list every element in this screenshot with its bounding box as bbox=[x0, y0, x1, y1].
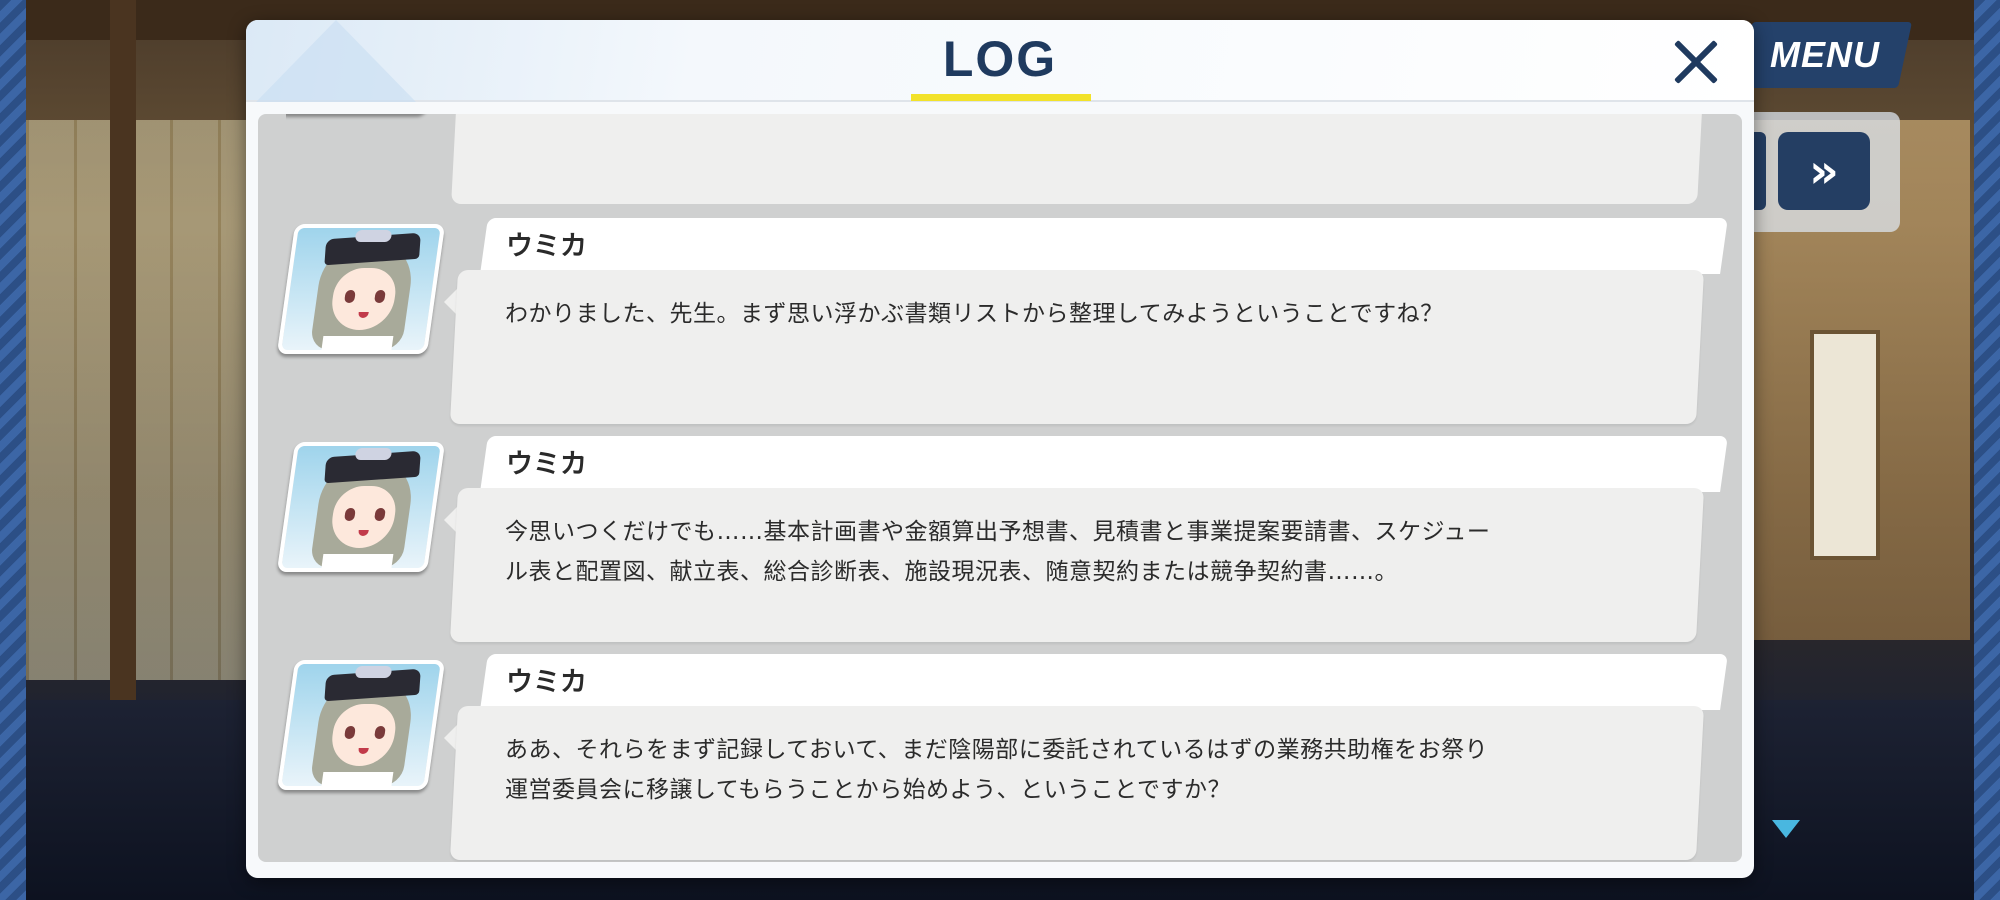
dialog-header: LOG bbox=[246, 20, 1754, 102]
name-tab bbox=[480, 436, 1728, 492]
log-list[interactable]: ウミカ わかりました、先生。まず思い浮かぶ書類リストから整理してみようということ… bbox=[258, 114, 1742, 862]
message-line: 運営委員会に移譲してもらうことから始めよう、ということですか？ bbox=[505, 777, 1231, 803]
avatar bbox=[276, 660, 446, 790]
menu-button[interactable]: MENU bbox=[1737, 22, 1913, 88]
left-border-stripe bbox=[0, 0, 26, 900]
fast-forward-button[interactable]: » bbox=[1778, 132, 1870, 210]
fast-forward-icon: » bbox=[1809, 144, 1839, 198]
dialog-title: LOG bbox=[942, 31, 1058, 87]
avatar bbox=[276, 442, 446, 572]
speaker-name: ウミカ bbox=[506, 449, 587, 480]
message-bubble bbox=[451, 114, 1703, 204]
message-line: ああ、それらをまず記録しておいて、まだ陰陽部に委託されているはずの業務共助権をお… bbox=[505, 737, 1489, 763]
shoji-screen bbox=[26, 120, 246, 680]
wooden-post bbox=[110, 0, 136, 700]
avatar bbox=[286, 114, 436, 130]
name-tab bbox=[480, 654, 1728, 710]
avatar bbox=[276, 224, 446, 354]
speaker-name: ウミカ bbox=[506, 667, 587, 698]
close-icon[interactable] bbox=[1666, 32, 1726, 92]
triangle-down-icon bbox=[1772, 820, 1800, 838]
log-entry-partial bbox=[258, 114, 1742, 224]
message-line: わかりました、先生。まず思い浮かぶ書類リストから整理してみようということですね？ bbox=[505, 301, 1444, 327]
message-line: ル表と配置図、献立表、総合診断表、施設現況表、随意契約または競争契約書……。 bbox=[505, 559, 1398, 585]
log-entry: ウミカ わかりました、先生。まず思い浮かぶ書類リストから整理してみようということ… bbox=[258, 218, 1742, 424]
title-underline bbox=[911, 94, 1091, 101]
name-tab bbox=[480, 218, 1728, 274]
log-entry: ウミカ 今思いつくだけでも……基本計画書や金額算出予想書、見積書と事業提案要請書… bbox=[258, 436, 1742, 642]
right-border-stripe bbox=[1974, 0, 2000, 900]
hanging-scroll bbox=[1810, 330, 1880, 560]
message-line: 今思いつくだけでも……基本計画書や金額算出予想書、見積書と事業提案要請書、スケジ… bbox=[505, 519, 1491, 545]
speaker-name: ウミカ bbox=[506, 231, 587, 262]
log-dialog: LOG ウミカ わかりました、先生。まず思い浮かぶ書類リストから整理してみようと… bbox=[246, 20, 1754, 878]
menu-label: MENU bbox=[1770, 34, 1880, 75]
log-entry: ウミカ ああ、それらをまず記録しておいて、まだ陰陽部に委託されているはずの業務共… bbox=[258, 654, 1742, 860]
